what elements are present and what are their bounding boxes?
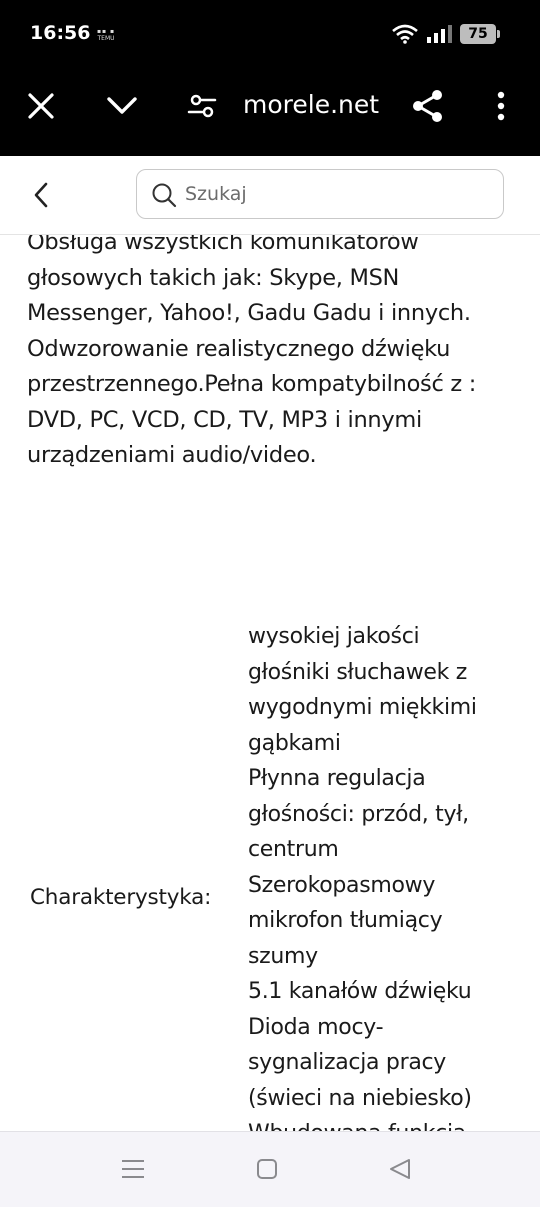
- triangle-back-icon: [390, 1159, 410, 1179]
- share-button[interactable]: [406, 84, 450, 128]
- description-line: głosowych takich jak: Skype, MSN: [27, 264, 400, 291]
- system-back-button[interactable]: [385, 1154, 415, 1184]
- description-line: Messenger, Yahoo!, Gadu Gadu i innych.: [27, 300, 471, 326]
- temu-text: TEMU: [97, 35, 115, 42]
- chevron-down-icon: [107, 97, 137, 114]
- chevron-left-icon: [34, 182, 48, 208]
- spec-value-line: Dioda mocy-: [248, 1014, 384, 1040]
- spec-value-line: 5.1 kanałów dźwięku: [248, 979, 472, 1004]
- spec-label: Charakterystyka:: [30, 885, 212, 910]
- description-line: Odwzorowanie realistycznego dźwięku: [27, 335, 451, 362]
- status-time: 16:56: [30, 22, 91, 44]
- spec-value-line: wygodnymi miękkimi: [248, 695, 477, 720]
- spec-value-line: Płynna regulacja: [248, 766, 426, 791]
- spec-value-line: gąbkami: [248, 730, 341, 756]
- share-icon: [413, 90, 442, 122]
- spec-value-line: (świeci na niebiesko): [248, 1085, 472, 1111]
- spec-value-line: Szerokopasmowy: [248, 872, 436, 898]
- temu-notification-icon: ▪▪ ▪ TEMU: [96, 28, 116, 42]
- search-input[interactable]: [185, 178, 485, 210]
- back-button[interactable]: [24, 178, 58, 212]
- search-box[interactable]: [136, 169, 504, 219]
- search-icon: [152, 183, 177, 208]
- close-tab-button[interactable]: [19, 84, 63, 128]
- close-icon: [28, 93, 54, 119]
- recents-button[interactable]: [118, 1154, 148, 1184]
- home-button[interactable]: [252, 1154, 282, 1184]
- description-text: Obsługa wszystkich komunikatorów głosowy…: [27, 235, 517, 474]
- spec-values: wysokiej jakości głośniki słuchawek z wy…: [248, 619, 528, 1131]
- battery-indicator: 75: [460, 24, 500, 44]
- wifi-icon: [392, 24, 418, 44]
- more-options-button[interactable]: [479, 84, 523, 128]
- spec-value-line: głośniki słuchawek z: [248, 659, 468, 685]
- description-line: Obsługa wszystkich komunikatorów: [27, 235, 419, 255]
- description-line: przestrzennego.Pełna kompatybilność z :: [27, 371, 477, 397]
- tune-icon: [187, 94, 217, 118]
- more-vert-icon: [497, 91, 505, 121]
- spec-value-line: szumy: [248, 943, 318, 969]
- description-line: urządzeniami audio/video.: [27, 442, 317, 468]
- system-navigation-bar: [0, 1131, 540, 1207]
- spec-value-line: głośności: przód, tył,: [248, 801, 469, 827]
- square-icon: [257, 1159, 277, 1179]
- signal-icon: [427, 25, 452, 43]
- spec-value-line: Wbudowana funkcja: [248, 1116, 528, 1131]
- site-settings-button[interactable]: [180, 84, 224, 128]
- url-text[interactable]: morele.net: [243, 90, 379, 119]
- spec-value-line: mikrofon tłumiący: [248, 908, 443, 933]
- product-description: Obsługa wszystkich komunikatorów głosowy…: [0, 235, 540, 1131]
- minimize-button[interactable]: [100, 84, 144, 128]
- browser-chrome: 16:56 ▪▪ ▪ TEMU 75 morele.net: [0, 0, 540, 156]
- spec-value-line: centrum: [248, 837, 339, 862]
- description-line: DVD, PC, VCD, CD, TV, MP3 i innymi: [27, 406, 422, 433]
- spec-value-line: sygnalizacja pracy: [248, 1050, 447, 1075]
- spec-value-line: wysokiej jakości: [248, 624, 420, 649]
- menu-icon: [122, 1160, 144, 1178]
